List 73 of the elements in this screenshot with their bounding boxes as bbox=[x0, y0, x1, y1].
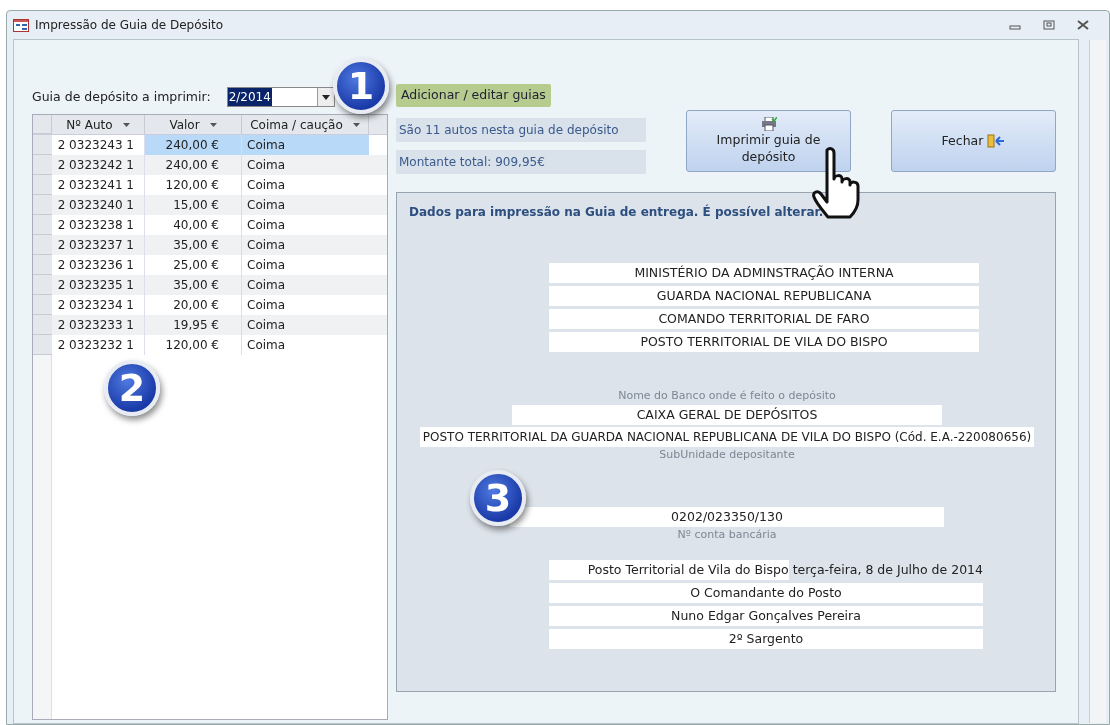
table-cell-text: Coima bbox=[246, 297, 287, 314]
table-cell: 2 0323233 1 bbox=[52, 315, 145, 335]
dropdown-arrow-icon bbox=[321, 94, 330, 100]
table-cell-text: Coima bbox=[246, 177, 287, 194]
table-cell: 15,00 € bbox=[145, 195, 242, 215]
window-title: Impressão de Guia de Depósito bbox=[35, 17, 224, 34]
table-cell: 19,95 € bbox=[145, 315, 242, 335]
row-selector[interactable] bbox=[33, 295, 52, 315]
table-cell-text: Coima bbox=[246, 317, 287, 334]
restore-icon[interactable] bbox=[1043, 20, 1055, 30]
field-label: Guia de depósito a imprimir: bbox=[32, 87, 211, 106]
row-selector[interactable] bbox=[33, 235, 52, 255]
text-field[interactable]: O Comandante do Posto bbox=[549, 582, 983, 603]
close-button[interactable]: Fechar bbox=[891, 110, 1056, 172]
table-cell-text: Coima bbox=[246, 277, 287, 294]
table-cell: 240,00 € bbox=[145, 155, 242, 175]
table-cell: 35,00 € bbox=[145, 235, 242, 255]
row-selector[interactable] bbox=[33, 275, 52, 295]
table-cell: 2 0323235 1 bbox=[52, 275, 145, 295]
text-field[interactable]: Posto Territorial de Vila do Bispo bbox=[549, 559, 789, 580]
text-field[interactable]: 0202/023350/130 bbox=[510, 507, 944, 527]
printer-icon bbox=[760, 116, 777, 131]
row-selector[interactable] bbox=[33, 335, 52, 355]
table-cell: 120,00 € bbox=[145, 335, 242, 355]
table-cell-text: Coima bbox=[246, 197, 287, 214]
column-header[interactable]: Coima / caução bbox=[242, 115, 369, 134]
field-caption: Nº conta bancária bbox=[676, 527, 778, 543]
field-caption: Nome do Banco onde é feito o depósito bbox=[617, 388, 837, 404]
sort-arrow-icon bbox=[209, 122, 217, 127]
print-button[interactable]: Imprimir guia de depósito bbox=[686, 110, 851, 172]
table-cell: 2 0323240 1 bbox=[52, 195, 145, 215]
form-icon bbox=[13, 18, 29, 32]
row-selector[interactable] bbox=[33, 175, 52, 195]
row-selector[interactable] bbox=[33, 255, 52, 275]
row-selector[interactable] bbox=[33, 215, 52, 235]
sort-arrow-icon bbox=[352, 122, 360, 127]
text-field[interactable]: POSTO TERRITORIAL DE VILA DO BISPO bbox=[549, 332, 979, 352]
table-cell: 35,00 € bbox=[145, 275, 242, 295]
column-header[interactable]: Valor bbox=[145, 115, 242, 134]
text-field[interactable]: CAIXA GERAL DE DEPÓSITOS bbox=[512, 404, 942, 425]
row-selector[interactable] bbox=[33, 155, 52, 175]
panel-heading: Dados para impressão na Guia de entrega. É possível alterar. bbox=[409, 203, 825, 221]
text-field[interactable]: 2º Sargento bbox=[549, 628, 983, 649]
table-cell-text: Coima bbox=[246, 157, 287, 174]
row-selector[interactable] bbox=[33, 195, 52, 215]
guia-dropdown[interactable]: 2/2014 bbox=[226, 87, 335, 107]
total-text: Montante total: 909,95€ bbox=[396, 150, 646, 174]
row-selector[interactable] bbox=[33, 315, 52, 335]
table-cell: 240,00 € bbox=[145, 135, 242, 155]
table-cell: 2 0323232 1 bbox=[52, 335, 145, 355]
count-text: São 11 autos nesta guia de depósito bbox=[396, 118, 646, 142]
close-icon[interactable] bbox=[1077, 20, 1089, 30]
select-all-corner[interactable] bbox=[33, 115, 52, 134]
text-field[interactable]: POSTO TERRITORIAL DA GUARDA NACIONAL REPUBLICANA DE VILA DO BISPO (Cód. E.A.-220080656) bbox=[420, 426, 1034, 447]
text-field[interactable]: Nuno Edgar Gonçalves Pereira bbox=[549, 605, 983, 626]
text-field[interactable]: MINISTÉRIO DA ADMINSTRAÇÃO INTERNA bbox=[549, 263, 979, 283]
table-cell-text: Coima bbox=[246, 237, 287, 254]
table-cell-text: Coima bbox=[246, 257, 287, 274]
date-text: terça-feira, 8 de Julho de 2014 bbox=[792, 560, 983, 579]
table-cell-text: Coima bbox=[246, 337, 287, 354]
sort-arrow-icon bbox=[122, 122, 130, 127]
vertical-scrollbar[interactable] bbox=[1089, 40, 1106, 723]
field-caption: SubUnidade depositante bbox=[658, 446, 796, 463]
table-cell: 2 0323242 1 bbox=[52, 155, 145, 175]
table-cell: Coima bbox=[242, 135, 369, 155]
text-field[interactable]: GUARDA NACIONAL REPUBLICANA bbox=[549, 286, 979, 306]
text-field[interactable]: COMANDO TERRITORIAL DE FARO bbox=[549, 309, 979, 329]
exit-door-icon bbox=[987, 134, 1006, 148]
column-header[interactable]: Nº Auto bbox=[52, 115, 145, 134]
table-cell: 2 0323237 1 bbox=[52, 235, 145, 255]
add-edit-button[interactable]: Adicionar / editar guias bbox=[396, 84, 551, 107]
row-selector[interactable] bbox=[33, 135, 52, 155]
table-cell-text: Coima bbox=[246, 217, 287, 234]
